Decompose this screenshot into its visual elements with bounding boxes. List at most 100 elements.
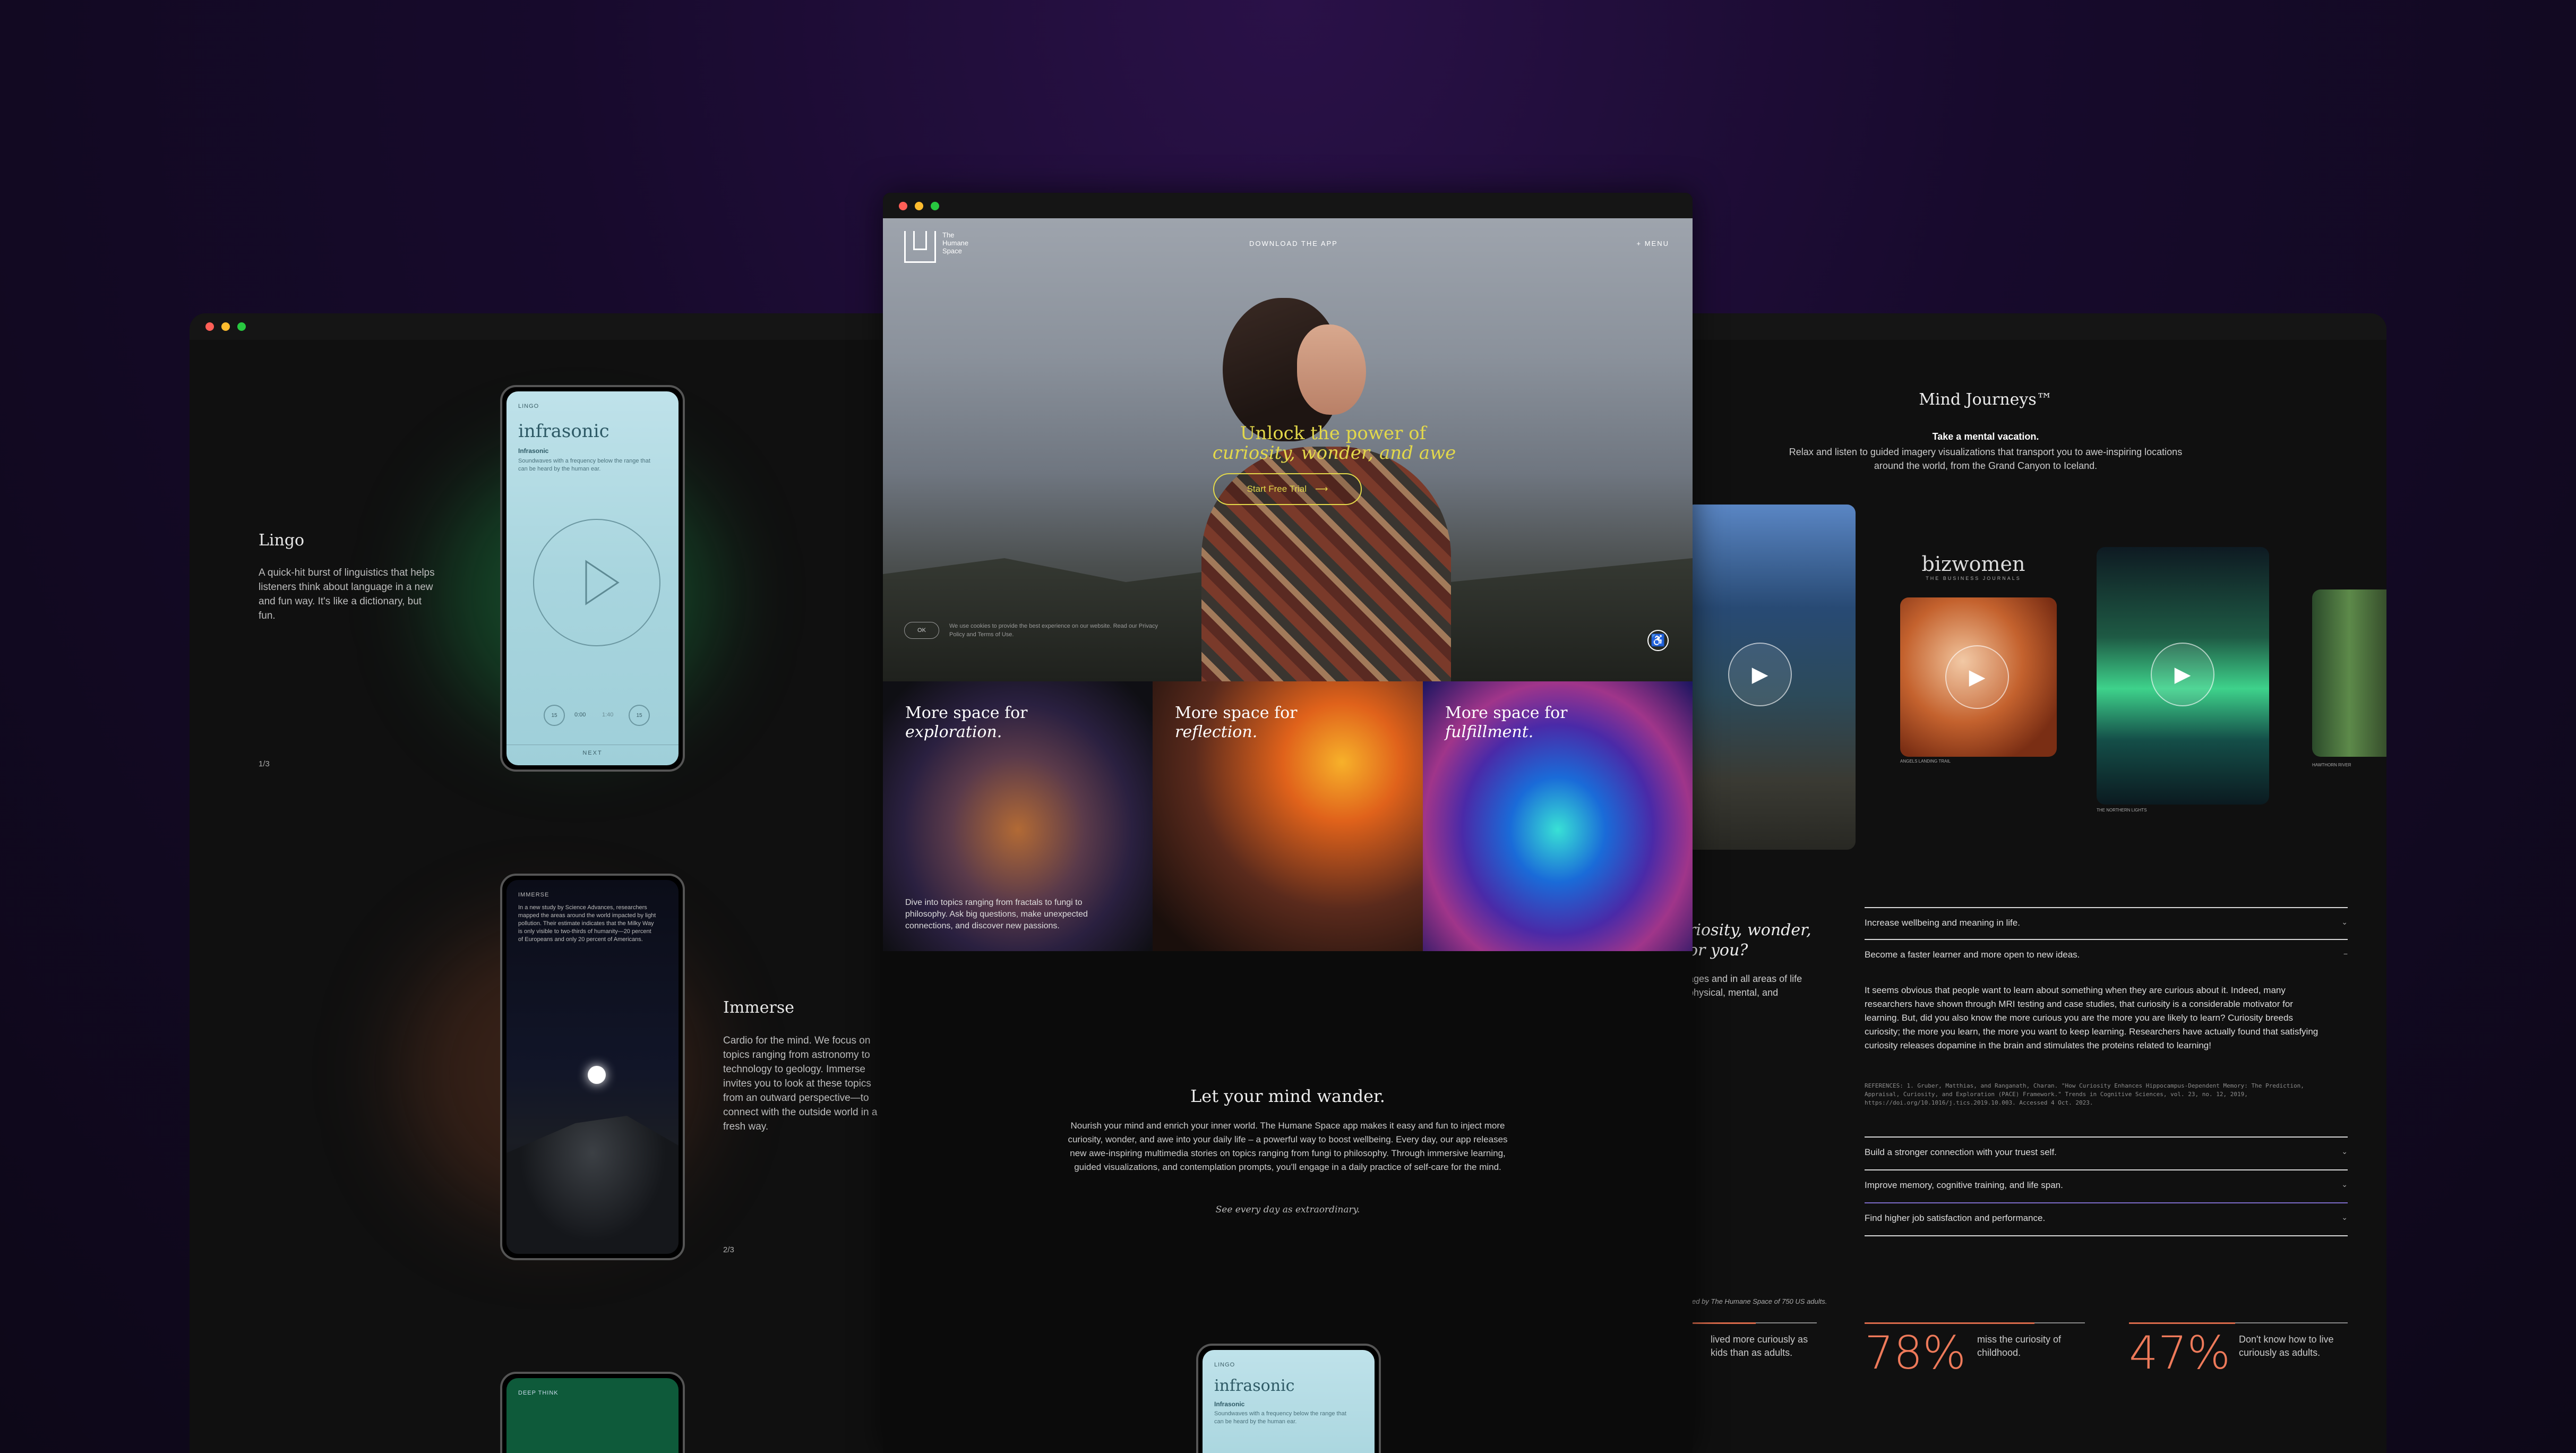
lingo-description: A quick-hit burst of linguistics that he… xyxy=(259,567,435,621)
phone-word: infrasonic xyxy=(1214,1377,1295,1395)
accordion-item-open[interactable]: Become a faster learner and more open to… xyxy=(1865,939,2348,971)
stat-number: 47% xyxy=(2129,1327,2231,1380)
accordion-item[interactable]: Increase wellbeing and meaning in life. ⌄ xyxy=(1865,907,2348,939)
canyon-caption: ANGELS LANDING TRAIL xyxy=(1900,759,1951,764)
accordion-item-label: Find higher job satisfaction and perform… xyxy=(1865,1213,2046,1223)
bizwomen-subtitle: THE BUSINESS JOURNALS xyxy=(1926,576,2021,581)
accordion-references: REFERENCES: 1. Gruber, Matthias, and Ran… xyxy=(1865,1082,2304,1106)
tile-title-emphasis: exploration. xyxy=(905,723,1002,741)
phone-body: Soundwaves with a frequency below the ra… xyxy=(518,458,650,472)
accordion-open-body: It seems obvious that people want to lea… xyxy=(1865,985,2319,1050)
humane-space-logo[interactable]: The Humane Space xyxy=(904,231,980,263)
bizwomen-logo: bizwomen xyxy=(1921,552,2025,576)
minus-icon: − xyxy=(2343,950,2348,958)
play-icon[interactable]: ▶ xyxy=(1728,643,1792,706)
phone-label: IMMERSE xyxy=(518,892,549,898)
phone-label: LINGO xyxy=(518,403,539,409)
maximize-window-button[interactable] xyxy=(931,202,939,210)
fulfillment-tile[interactable]: More space for fulfillment. xyxy=(1423,681,1693,951)
cookie-ok-button[interactable]: OK xyxy=(904,622,939,639)
accordion-item[interactable]: Build a stronger connection with your tr… xyxy=(1865,1136,2348,1168)
canyon-card[interactable]: ▶ xyxy=(1900,597,2057,757)
immerse-title: Immerse xyxy=(723,998,794,1017)
chevron-down-icon: ⌄ xyxy=(2341,1180,2348,1189)
stat-number: 78% xyxy=(1865,1327,1967,1380)
menu-button[interactable]: + MENU xyxy=(1637,240,1669,247)
accordion-item-label: Become a faster learner and more open to… xyxy=(1865,950,2080,960)
accordion-item-label: Improve memory, cognitive training, and … xyxy=(1865,1180,2063,1190)
close-window-button[interactable] xyxy=(899,202,907,210)
curiosity-desc-line2: physical, mental, and xyxy=(1688,987,1779,998)
chevron-down-icon: ⌄ xyxy=(2341,1213,2348,1221)
accordion-item[interactable]: Find higher job satisfaction and perform… xyxy=(1865,1202,2348,1234)
logo-text: The Humane Space xyxy=(942,231,969,255)
bottom-lingo-phone: LINGO infrasonic Infrasonic Soundwaves w… xyxy=(1196,1344,1381,1453)
next-button[interactable]: NEXT xyxy=(506,750,679,756)
hero-section: The Humane Space DOWNLOAD THE APP + MENU… xyxy=(883,218,1693,681)
immerse-description: Cardio for the mind. We focus on topics … xyxy=(723,1035,878,1132)
minimize-window-button[interactable] xyxy=(915,202,923,210)
time-left: 0:00 xyxy=(574,712,586,718)
stat-divider xyxy=(1865,1322,2085,1324)
accessibility-icon[interactable]: ♿ xyxy=(1647,630,1669,651)
maximize-window-button[interactable] xyxy=(237,322,246,331)
chevron-down-icon: ⌄ xyxy=(2341,918,2348,926)
forest-caption: HAWTHORN RIVER xyxy=(2312,763,2351,767)
forest-card[interactable] xyxy=(2312,589,2386,757)
phone-subtitle: Infrasonic xyxy=(518,447,549,455)
logo-icon xyxy=(904,231,936,263)
arrow-right-icon: ⟶ xyxy=(1315,484,1328,494)
stat-text: Don't know how to live curiously as adul… xyxy=(2239,1334,2334,1358)
stat-divider xyxy=(1692,1322,1817,1324)
accordion-item[interactable]: Improve memory, cognitive training, and … xyxy=(1865,1169,2348,1201)
forward-15-icon[interactable]: 15 xyxy=(629,705,650,726)
play-icon[interactable]: ▶ xyxy=(2151,643,2214,706)
tile-title-emphasis: fulfillment. xyxy=(1445,723,1534,741)
tile-title: More space for xyxy=(1445,704,1568,722)
reflection-tile[interactable]: More space for reflection. xyxy=(1153,681,1423,951)
phone-body: In a new study by Science Advances, rese… xyxy=(518,904,656,943)
aurora-card[interactable]: ▶ xyxy=(2097,547,2269,805)
stat-divider xyxy=(2129,1322,2348,1324)
start-free-trial-button[interactable]: Start Free Trial ⟶ xyxy=(1213,473,1362,505)
lingo-title: Lingo xyxy=(259,531,305,550)
accordion-item-label: Increase wellbeing and meaning in life. xyxy=(1865,918,2020,928)
exploration-tile[interactable]: More space for exploration. Dive into top… xyxy=(883,681,1153,951)
front-browser-window: The Humane Space DOWNLOAD THE APP + MENU… xyxy=(883,193,1693,1453)
tile-description: Dive into topics ranging from fractals t… xyxy=(905,898,1088,930)
lake-card[interactable]: ▶ xyxy=(1686,505,1856,850)
time-right: 1:40 xyxy=(602,712,614,718)
curiosity-title-line1: riosity, wonder, xyxy=(1688,921,1811,939)
play-triangle-icon xyxy=(585,560,620,605)
rewind-15-icon[interactable]: 15 xyxy=(544,705,565,726)
stat-text: lived more curiously as kids than as adu… xyxy=(1711,1334,1808,1358)
front-window-titlebar xyxy=(883,193,1693,218)
wander-tagline: See every day as extraordinary. xyxy=(1215,1204,1360,1215)
play-icon[interactable]: ▶ xyxy=(1945,645,2009,709)
phone-body: Soundwaves with a frequency below the ra… xyxy=(1214,1411,1346,1425)
mind-journeys-description: Relax and listen to guided imagery visua… xyxy=(1789,447,2183,471)
close-window-button[interactable] xyxy=(205,322,214,331)
tile-title: More space for xyxy=(905,704,1028,722)
hero-title-line2: curiosity, wonder, and awe xyxy=(1212,442,1456,464)
tile-title-emphasis: reflection. xyxy=(1175,723,1258,741)
wander-title: Let your mind wander. xyxy=(1190,1086,1385,1106)
lingo-pager: 1/3 xyxy=(259,759,270,768)
phone-label: DEEP THINK xyxy=(518,1390,559,1396)
chevron-down-icon: ⌄ xyxy=(2341,1147,2348,1156)
moon-icon xyxy=(588,1066,606,1084)
lingo-phone-mockup: LINGO infrasonic Infrasonic Soundwaves w… xyxy=(500,385,685,772)
hero-title-line1: Unlock the power of xyxy=(1240,423,1427,444)
aurora-caption: THE NORTHERN LIGHTS xyxy=(2097,808,2147,813)
tile-title: More space for xyxy=(1175,704,1298,722)
deep-think-phone-mockup: DEEP THINK xyxy=(500,1372,685,1453)
stat-text: miss the curiosity of childhood. xyxy=(1977,1334,2062,1358)
download-app-link[interactable]: DOWNLOAD THE APP xyxy=(1249,240,1338,247)
phone-subtitle: Infrasonic xyxy=(1214,1400,1245,1408)
arch-rock-image xyxy=(506,1116,679,1254)
curiosity-title-line2: or you? xyxy=(1688,941,1748,960)
play-ring[interactable] xyxy=(533,519,660,646)
cta-label: Start Free Trial xyxy=(1247,484,1307,494)
minimize-window-button[interactable] xyxy=(221,322,230,331)
curiosity-description: ages and in all areas of life physical, … xyxy=(1688,972,1802,999)
